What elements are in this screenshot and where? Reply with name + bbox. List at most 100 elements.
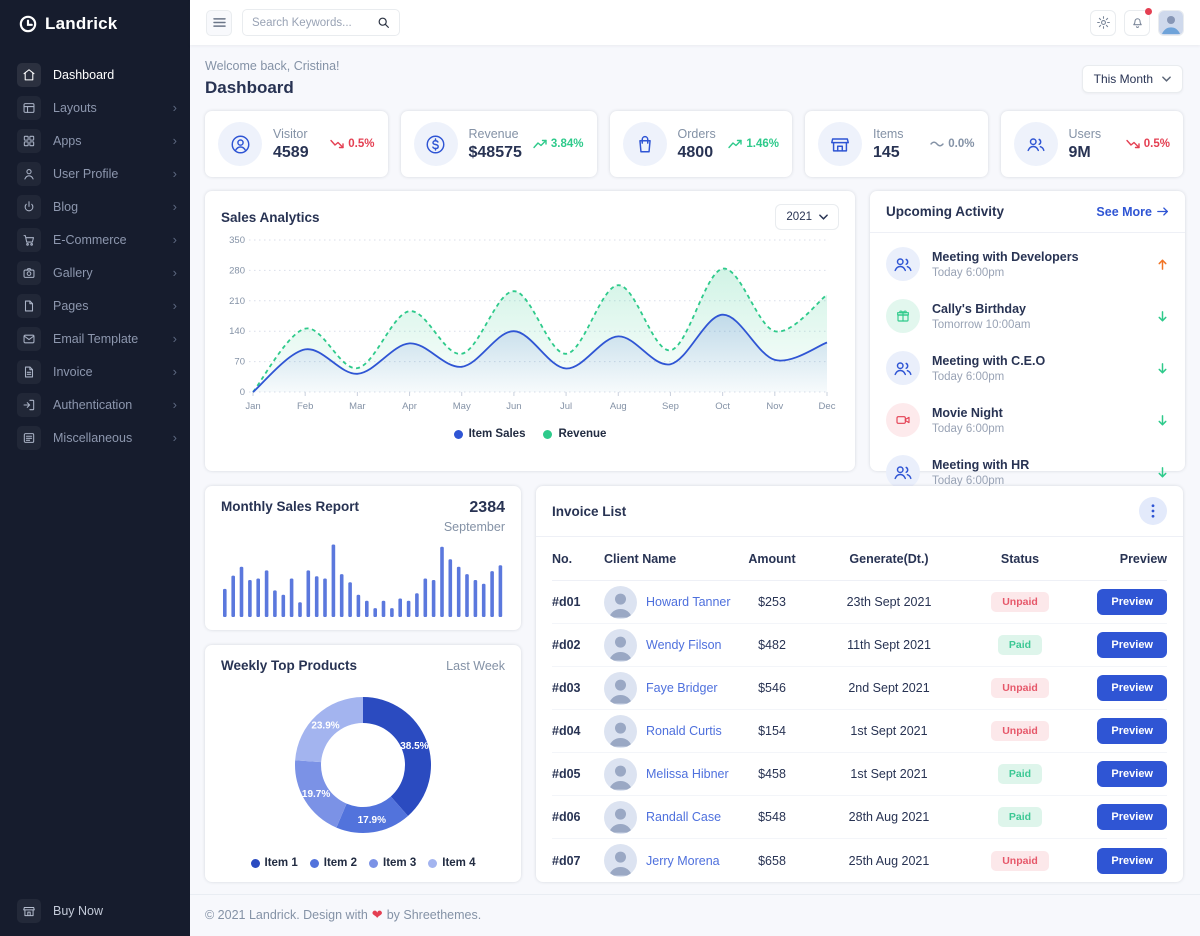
hamburger-menu-button[interactable] bbox=[206, 10, 232, 36]
arrow-right-icon bbox=[1157, 206, 1169, 217]
svg-text:Oct: Oct bbox=[715, 401, 730, 412]
legend-dot bbox=[543, 430, 552, 439]
legend-item-item-sales[interactable]: Item Sales bbox=[454, 428, 526, 440]
brand-logo[interactable]: Landrick bbox=[0, 0, 190, 48]
invoice-date: 1st Sept 2021 bbox=[813, 767, 965, 781]
file-text-icon bbox=[17, 360, 41, 384]
client-name-link[interactable]: Howard Tanner bbox=[646, 595, 731, 609]
invoice-table-header: No. Client Name Amount Generate(Dt.) Sta… bbox=[552, 537, 1167, 581]
users-icon bbox=[886, 455, 920, 489]
arrow-down-icon[interactable] bbox=[1156, 310, 1169, 323]
preview-button[interactable]: Preview bbox=[1097, 718, 1167, 744]
trending-up-icon bbox=[728, 139, 742, 149]
weekly-top-products-card: Weekly Top Products Last Week 38.5%17.9%… bbox=[205, 645, 521, 882]
sidebar-item-e-commerce[interactable]: E-Commerce › bbox=[0, 223, 190, 256]
svg-text:23.9%: 23.9% bbox=[311, 720, 339, 731]
sidebar-item-blog[interactable]: Blog › bbox=[0, 190, 190, 223]
preview-button[interactable]: Preview bbox=[1097, 675, 1167, 701]
sidebar-item-user-profile[interactable]: User Profile › bbox=[0, 157, 190, 190]
monthly-sales-value: 2384 bbox=[444, 499, 505, 517]
stat-value: 145 bbox=[873, 144, 904, 162]
client-name-link[interactable]: Faye Bridger bbox=[646, 681, 718, 695]
client-name-link[interactable]: Randall Case bbox=[646, 810, 721, 824]
search-icon[interactable] bbox=[377, 16, 390, 29]
svg-text:Mar: Mar bbox=[349, 401, 365, 412]
sidebar-item-apps[interactable]: Apps › bbox=[0, 124, 190, 157]
invoice-amount: $658 bbox=[731, 854, 813, 868]
sidebar-item-gallery[interactable]: Gallery › bbox=[0, 256, 190, 289]
search-input[interactable] bbox=[252, 17, 371, 29]
buy-now-label: Buy Now bbox=[53, 904, 103, 918]
monthly-sales-card: Monthly Sales Report 2384 September bbox=[205, 486, 521, 630]
activity-list: Meeting with Developers Today 6:00pm Cal… bbox=[870, 233, 1185, 498]
settings-button[interactable] bbox=[1090, 10, 1116, 36]
sales-analytics-title: Sales Analytics bbox=[221, 210, 320, 225]
client-avatar bbox=[604, 672, 637, 705]
invoice-menu-button[interactable] bbox=[1139, 497, 1167, 525]
notifications-button[interactable] bbox=[1124, 10, 1150, 36]
legend-dot bbox=[310, 859, 319, 868]
sidebar-item-miscellaneous[interactable]: Miscellaneous › bbox=[0, 421, 190, 454]
year-select[interactable]: 2021 bbox=[775, 204, 839, 230]
upcoming-activity-card: Upcoming Activity See More Meeting with … bbox=[870, 191, 1185, 471]
sidebar-item-authentication[interactable]: Authentication › bbox=[0, 388, 190, 421]
preview-button[interactable]: Preview bbox=[1097, 589, 1167, 615]
arrow-down-icon[interactable] bbox=[1156, 362, 1169, 375]
activity-time: Today 6:00pm bbox=[932, 475, 1029, 487]
svg-text:Jan: Jan bbox=[245, 401, 260, 412]
activity-item-movie-night: Movie Night Today 6:00pm bbox=[886, 394, 1169, 446]
sidebar-item-pages[interactable]: Pages › bbox=[0, 289, 190, 322]
svg-text:May: May bbox=[453, 401, 471, 412]
trending-flat-icon bbox=[930, 139, 944, 149]
see-more-link[interactable]: See More bbox=[1096, 205, 1169, 219]
sidebar-item-label: Invoice bbox=[53, 365, 161, 379]
activity-item-meeting-with-c-e-o: Meeting with C.E.O Today 6:00pm bbox=[886, 342, 1169, 394]
upcoming-activity-title: Upcoming Activity bbox=[886, 204, 1004, 219]
preview-button[interactable]: Preview bbox=[1097, 848, 1167, 874]
client-name-link[interactable]: Ronald Curtis bbox=[646, 724, 722, 738]
buy-now-button[interactable]: Buy Now bbox=[0, 894, 190, 928]
sidebar-item-invoice[interactable]: Invoice › bbox=[0, 355, 190, 388]
sidebar-item-dashboard[interactable]: Dashboard bbox=[0, 58, 190, 91]
legend-item-revenue[interactable]: Revenue bbox=[543, 428, 606, 440]
user-avatar[interactable] bbox=[1158, 10, 1184, 36]
list-icon bbox=[17, 426, 41, 450]
legend-dot bbox=[251, 859, 260, 868]
svg-text:210: 210 bbox=[229, 296, 245, 307]
activity-title: Meeting with HR bbox=[932, 458, 1029, 472]
client-avatar bbox=[604, 715, 637, 748]
activity-time: Tomorrow 10:00am bbox=[932, 319, 1030, 331]
sidebar-item-layouts[interactable]: Layouts › bbox=[0, 91, 190, 124]
preview-button[interactable]: Preview bbox=[1097, 804, 1167, 830]
arrow-down-icon[interactable] bbox=[1156, 414, 1169, 427]
stat-label: Items bbox=[873, 127, 904, 141]
invoice-no: #d03 bbox=[552, 681, 604, 695]
svg-text:Apr: Apr bbox=[402, 401, 417, 412]
stat-card-visitor: Visitor 4589 0.5% bbox=[205, 111, 388, 177]
client-name-link[interactable]: Wendy Filson bbox=[646, 638, 722, 652]
client-name-link[interactable]: Jerry Morena bbox=[646, 854, 720, 868]
col-client: Client Name bbox=[604, 552, 731, 566]
users-icon bbox=[886, 351, 920, 385]
invoice-no: #d07 bbox=[552, 854, 604, 868]
preview-button[interactable]: Preview bbox=[1097, 761, 1167, 787]
arrow-down-icon[interactable] bbox=[1156, 466, 1169, 479]
welcome-text: Welcome back, Cristina! bbox=[205, 59, 340, 73]
stat-value: 4800 bbox=[678, 144, 716, 162]
invoice-date: 28th Aug 2021 bbox=[813, 810, 965, 824]
arrow-up-icon[interactable] bbox=[1156, 258, 1169, 271]
period-select[interactable]: This Month bbox=[1082, 65, 1183, 93]
stat-value: 9M bbox=[1069, 144, 1102, 162]
year-select-value: 2021 bbox=[786, 211, 812, 223]
pie-legend-item-item-1[interactable]: Item 1 bbox=[251, 857, 298, 869]
legend-dot bbox=[369, 859, 378, 868]
preview-button[interactable]: Preview bbox=[1097, 632, 1167, 658]
client-name-link[interactable]: Melissa Hibner bbox=[646, 767, 729, 781]
search-box[interactable] bbox=[242, 9, 400, 36]
pie-legend-item-item-3[interactable]: Item 3 bbox=[369, 857, 416, 869]
home-icon bbox=[17, 63, 41, 87]
pie-legend-item-item-2[interactable]: Item 2 bbox=[310, 857, 357, 869]
sidebar-item-email-template[interactable]: Email Template › bbox=[0, 322, 190, 355]
chevron-down-icon bbox=[1162, 76, 1171, 82]
pie-legend-item-item-4[interactable]: Item 4 bbox=[428, 857, 475, 869]
